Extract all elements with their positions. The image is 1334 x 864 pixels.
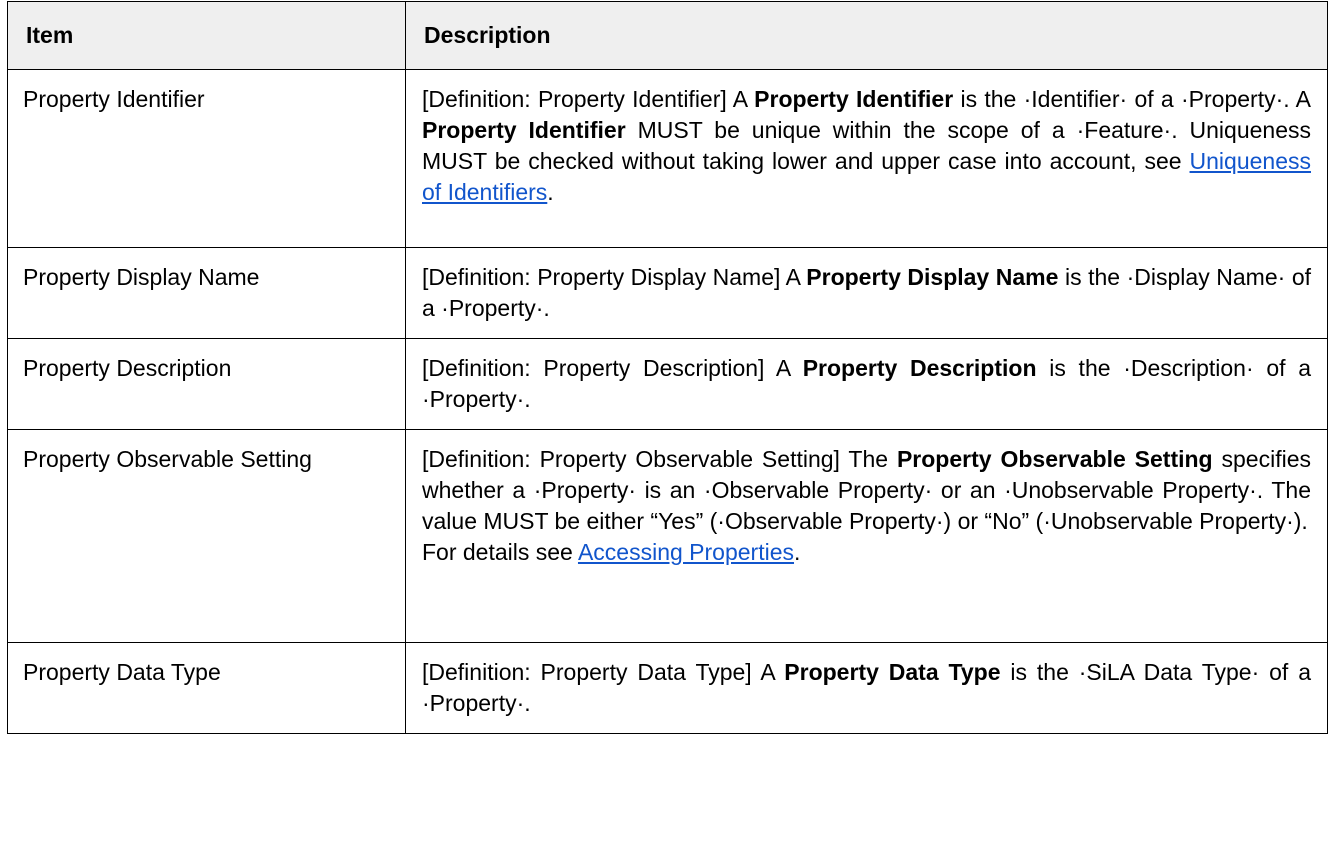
desc-term: Property Observable Setting xyxy=(896,446,1213,472)
desc-text: [Definition: Property Description] A xyxy=(422,355,803,381)
desc-text: is the ·Identifier· of a ·Property·. A xyxy=(953,86,1311,112)
desc-text: [Definition: Property Data Type] A xyxy=(422,659,785,685)
item-cell: Property Data Type xyxy=(7,642,406,734)
table-row: Property Data Type [Definition: Property… xyxy=(7,642,1328,734)
table-header-row: Item Description xyxy=(7,1,1328,70)
desc-text: [Definition: Property Display Name] A xyxy=(422,264,807,290)
item-cell: Property Observable Setting xyxy=(7,429,406,643)
desc-term: Property Display Name xyxy=(806,264,1059,290)
table-row: Property Observable Setting [Definition:… xyxy=(7,429,1328,643)
table-row: Property Identifier [Definition: Propert… xyxy=(7,69,1328,248)
description-cell: [Definition: Property Data Type] A Prope… xyxy=(405,642,1328,734)
desc-text: . xyxy=(547,179,554,205)
table-row: Property Display Name [Definition: Prope… xyxy=(7,247,1328,339)
description-cell: [Definition: Property Identifier] A Prop… xyxy=(405,69,1328,248)
item-cell: Property Display Name xyxy=(7,247,406,339)
item-cell: Property Identifier xyxy=(7,69,406,248)
desc-text: [Definition: Property Observable Setting… xyxy=(422,446,897,472)
desc-term: Property Identifier xyxy=(754,86,954,112)
description-cell: [Definition: Property Description] A Pro… xyxy=(405,338,1328,430)
header-item: Item xyxy=(7,1,406,70)
desc-term: Property Description xyxy=(802,355,1037,381)
accessing-properties-link[interactable]: Accessing Properties xyxy=(578,539,794,565)
desc-term: Property Data Type xyxy=(784,659,1001,685)
header-description: Description xyxy=(405,1,1328,70)
description-cell: [Definition: Property Observable Setting… xyxy=(405,429,1328,643)
property-definition-table: Item Description Property Identifier [De… xyxy=(7,1,1328,734)
table-row: Property Description [Definition: Proper… xyxy=(7,338,1328,430)
desc-text: . xyxy=(794,539,801,565)
description-cell: [Definition: Property Display Name] A Pr… xyxy=(405,247,1328,339)
desc-text: [Definition: Property Identifier] A xyxy=(422,86,755,112)
desc-paragraph: For details see Accessing Properties. xyxy=(422,537,1311,568)
desc-paragraph: [Definition: Property Observable Setting… xyxy=(422,444,1311,537)
desc-term: Property Identifier xyxy=(422,117,626,143)
desc-text: For details see xyxy=(422,539,578,565)
item-cell: Property Description xyxy=(7,338,406,430)
